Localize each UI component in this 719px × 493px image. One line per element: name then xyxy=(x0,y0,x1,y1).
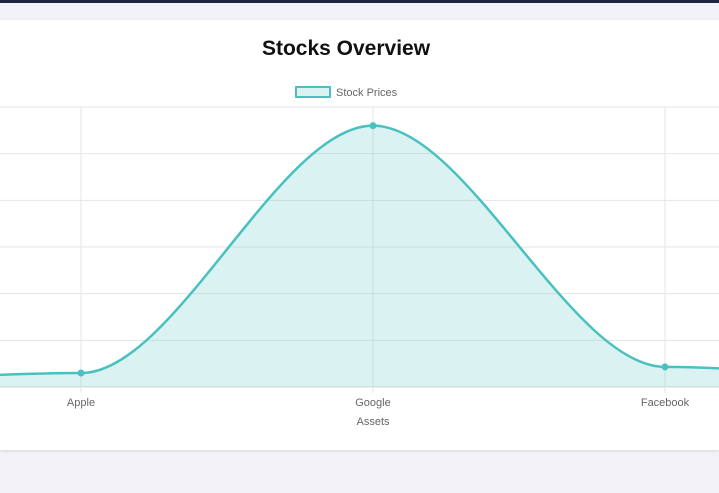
plot-area xyxy=(0,122,719,387)
x-axis-ticks: Apple Google Facebook xyxy=(67,397,690,409)
chart-title: Stocks Overview xyxy=(262,37,431,60)
x-tick-label: Google xyxy=(355,397,390,409)
chart-svg: Stocks Overview Stock Prices Apple Google… xyxy=(0,37,719,428)
x-axis-label: Assets xyxy=(356,416,390,428)
top-bar xyxy=(0,0,719,3)
legend-swatch xyxy=(295,86,331,98)
series-area-fill xyxy=(0,125,719,387)
x-tick-label: Apple xyxy=(67,397,95,409)
legend[interactable]: Stock Prices xyxy=(295,86,398,99)
legend-label: Stock Prices xyxy=(336,87,398,99)
data-point xyxy=(369,122,377,130)
chart-card: Stocks Overview Stock Prices Apple Google… xyxy=(0,20,719,450)
data-point xyxy=(661,363,669,371)
x-tick-label: Facebook xyxy=(641,397,690,409)
data-point xyxy=(77,369,85,377)
